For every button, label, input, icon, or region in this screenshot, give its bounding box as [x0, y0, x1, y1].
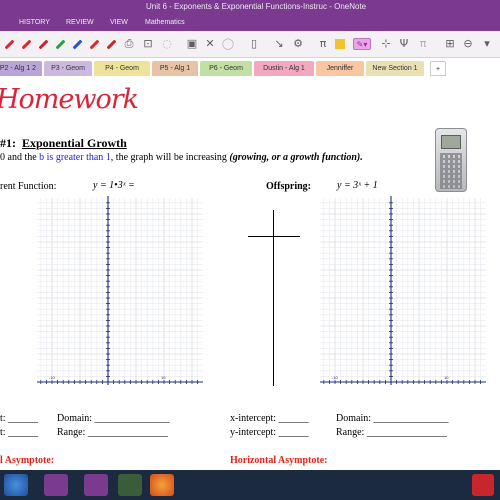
- psi-icon[interactable]: Ψ: [397, 37, 411, 51]
- print-icon[interactable]: ⎙: [122, 37, 136, 51]
- rule-bold-text: (growing, or a growth function).: [229, 152, 363, 163]
- section-tab-p5[interactable]: P5 - Alg 1: [152, 61, 198, 76]
- tick-label: -10: [49, 375, 56, 380]
- add-section-button[interactable]: +: [430, 61, 446, 76]
- t-chart-horizontal-line: [248, 236, 300, 237]
- section-tab-p3[interactable]: P3 - Geom: [44, 61, 92, 76]
- offspring-label: Offspring:: [266, 181, 311, 192]
- red-pen-tool-3[interactable]: [36, 37, 50, 51]
- handwritten-title: Homework: [0, 84, 139, 115]
- section-tab-new[interactable]: New Section 1: [366, 61, 424, 76]
- arrow-icon[interactable]: ↘: [272, 37, 286, 51]
- red-pen-tool-2[interactable]: [19, 37, 33, 51]
- tick-label: 10: [444, 375, 449, 380]
- section-tabs: P2 - Alg 1 2 P3 - Geom P4 - Geom P5 - Al…: [0, 59, 500, 77]
- x-intercept-field: x-intercept: ______: [230, 413, 309, 424]
- section-tab-p2[interactable]: P2 - Alg 1 2: [0, 61, 42, 76]
- section-tab-dustin[interactable]: Dustin - Alg 1: [254, 61, 314, 76]
- y-intercept-field: y-intercept: ______: [230, 427, 309, 438]
- more-icon[interactable]: ⊖: [461, 37, 475, 51]
- right-range-field: Range: ________________: [336, 427, 447, 438]
- heading-number: #1:: [0, 136, 16, 150]
- windows-start-icon[interactable]: [4, 474, 28, 496]
- left-domain-field: Domain: _______________: [57, 413, 170, 424]
- parent-function-label: rent Function:: [0, 181, 57, 192]
- section-heading: #1: Exponential Growth: [0, 136, 127, 151]
- onenote-icon[interactable]: [44, 474, 68, 496]
- table-icon[interactable]: ⊞: [443, 37, 457, 51]
- red-pen-tool[interactable]: [2, 37, 16, 51]
- firefox-icon[interactable]: [150, 474, 174, 496]
- shape-icon[interactable]: ◯: [221, 37, 235, 51]
- offspring-graph[interactable]: -10 10: [320, 194, 486, 388]
- insert-space-icon[interactable]: ▯: [247, 37, 261, 51]
- highlight-color-icon[interactable]: [333, 37, 347, 51]
- tag-icon[interactable]: ⊹: [379, 37, 393, 51]
- rule-blue-text: b is greater than 1: [39, 152, 111, 163]
- offspring-equation: y = 3ˣ + 1: [337, 180, 378, 191]
- app-icon[interactable]: [118, 474, 142, 496]
- drawing-toolbar: ⎙ ⊡ ◌ ▣ ✕ ◯ ▯ ↘ ⚙ π ✎▾ ⊹ Ψ π ⊞ ⊖ ▾: [0, 31, 500, 58]
- left-range-field: Range: ________________: [57, 427, 168, 438]
- calculator-image: [435, 128, 467, 192]
- parent-function-equation: y = 1•3ˣ =: [93, 180, 135, 191]
- rule-text-2: , the graph will be increasing: [110, 152, 227, 163]
- blue-pen-tool[interactable]: [70, 37, 84, 51]
- red-pen-tool-5[interactable]: [104, 37, 118, 51]
- heading-title: Exponential Growth: [22, 136, 127, 150]
- left-intercept-field-2: t: ______: [0, 427, 39, 438]
- tick-label: 10: [161, 375, 166, 380]
- network-icon[interactable]: ⚙: [291, 37, 305, 51]
- growth-rule-text: 0 and the b is greater than 1, the graph…: [0, 152, 363, 163]
- right-asymptote-label: Horizontal Asymptote:: [230, 455, 328, 466]
- screen-clip-icon[interactable]: ▣: [185, 37, 199, 51]
- tab-view[interactable]: VIEW: [110, 17, 128, 28]
- tick-label: -10: [332, 375, 339, 380]
- ribbon-tabs: HISTORY REVIEW VIEW Mathematics: [0, 14, 500, 31]
- dropdown-icon[interactable]: ▾: [480, 37, 494, 51]
- tab-review[interactable]: REVIEW: [66, 17, 94, 28]
- section-tab-p4[interactable]: P4 - Geom: [94, 61, 150, 76]
- highlighter-icon[interactable]: ✎▾: [351, 37, 373, 51]
- pi-icon[interactable]: π: [316, 37, 330, 51]
- delete-icon[interactable]: ✕: [203, 37, 217, 51]
- onenote-icon-2[interactable]: [84, 474, 108, 496]
- pi-icon-2[interactable]: π: [416, 37, 430, 51]
- section-tab-p6[interactable]: P6 - Geom: [200, 61, 252, 76]
- red-pen-tool-4[interactable]: [87, 37, 101, 51]
- tray-icon[interactable]: [472, 474, 494, 496]
- left-asymptote-label: l Asymptote:: [0, 455, 55, 466]
- lasso-icon[interactable]: ◌: [160, 37, 174, 51]
- tab-history[interactable]: HISTORY: [19, 17, 50, 28]
- left-intercept-field-1: t: ______: [0, 413, 39, 424]
- right-domain-field: Domain: _______________: [336, 413, 449, 424]
- tab-mathematics[interactable]: Mathematics: [145, 17, 185, 28]
- taskbar: [0, 470, 500, 500]
- parent-graph[interactable]: -10 10: [37, 194, 203, 388]
- title-bar: Unit 6 - Exponents & Exponential Functio…: [0, 0, 500, 14]
- rule-text-1: 0 and the: [0, 152, 37, 163]
- zoom-icon[interactable]: ⊡: [141, 37, 155, 51]
- green-pen-tool[interactable]: [53, 37, 67, 51]
- window-title: Unit 6 - Exponents & Exponential Functio…: [146, 2, 367, 11]
- section-tab-jenniffer[interactable]: Jenniffer: [316, 61, 364, 76]
